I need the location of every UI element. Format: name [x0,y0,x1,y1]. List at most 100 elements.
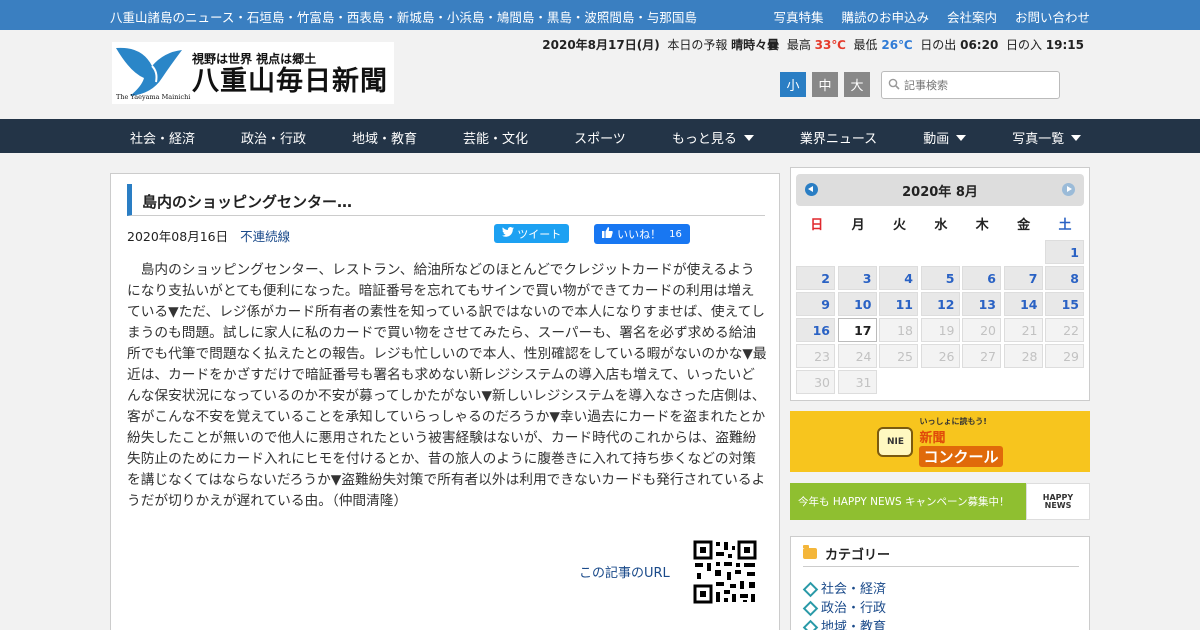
top-links: 写真特集 購読のお申込み 会社案内 お問い合わせ [773,7,1090,26]
sunset-label: 日の入 [1005,38,1042,52]
calendar-day-6[interactable]: 6 [962,266,1001,290]
nav-society[interactable]: 社会・経済 [130,128,195,147]
sunrise-label: 日の出 [920,38,957,52]
category-item-society[interactable]: 社会・経済 [803,578,886,597]
tweet-button[interactable]: ツイート [494,224,569,243]
logo-name: 八重山毎日新聞 [192,65,388,97]
contest-line2: コンクール [919,446,1003,467]
category-box: カテゴリー 社会・経済 政治・行政 地域・教育 [790,536,1090,630]
search-input[interactable] [904,78,1054,92]
twitter-bird-icon [501,227,514,240]
font-size-switcher: 小 中 大 [780,72,870,97]
nav-more[interactable]: もっと見る [672,128,754,147]
facebook-like-button[interactable]: いいね！ 16 [594,224,690,244]
calendar-day-19: 19 [920,318,960,342]
link-contact[interactable]: お問い合わせ [1015,7,1090,26]
calendar-day-10[interactable]: 10 [837,292,877,316]
article-meta: 2020年08月16日 不連続線 [127,226,290,245]
logo-english: The Yaeyama Mainichi [116,93,191,101]
link-subscribe[interactable]: 購読のお申込み [841,7,929,26]
site-header: 視野は世界 視点は郷土 八重山毎日新聞 The Yaeyama Mainichi… [0,30,1200,119]
calendar-day-24: 24 [837,344,877,368]
article-title: 島内のショッピングセンター… [127,184,765,216]
calendar: 2020年 8月 日 月 火 水 木 金 土 1 2 3 4 5 6 7 8 9 10 11 12 13… [790,167,1090,401]
calendar-day-1[interactable]: 1 [1045,240,1084,264]
chevron-down-icon [956,134,967,141]
calendar-day-21: 21 [1003,318,1043,342]
calendar-day-25: 25 [879,344,918,368]
calendar-header: 2020年 8月 [796,174,1084,206]
calendar-day-26: 26 [920,344,960,368]
category-item-region[interactable]: 地域・教育 [803,616,886,630]
calendar-day-29: 29 [1045,344,1084,368]
calendar-next-icon[interactable] [1062,183,1075,196]
sunset: 19:15 [1045,38,1084,52]
happy-news-banner[interactable]: 今年も HAPPY NEWS キャンペーン募集中！ HAPPY NEWS [790,483,1090,520]
calendar-blank [879,240,918,264]
font-size-medium-button[interactable]: 中 [812,72,838,97]
qr-code-icon [685,532,765,612]
nav-video[interactable]: 動画 [923,128,967,147]
diamond-icon [803,620,814,630]
nav-photos[interactable]: 写真一覧 [1012,128,1082,147]
calendar-blank [1004,240,1043,264]
nav-region[interactable]: 地域・教育 [352,128,417,147]
high-temp: 33℃ [814,38,846,52]
happy-news-text: 今年も HAPPY NEWS キャンペーン募集中！ [790,483,1026,520]
calendar-day-13[interactable]: 13 [962,292,1001,316]
search-box [881,71,1060,99]
calendar-day-3[interactable]: 3 [837,266,877,290]
forecast: 晴時々曇 [731,38,780,52]
calendar-day-2[interactable]: 2 [796,266,835,290]
calendar-day-8[interactable]: 8 [1045,266,1084,290]
calendar-day-17[interactable]: 17 [837,318,877,342]
nav-culture[interactable]: 芸能・文化 [463,128,528,147]
article: 島内のショッピングセンター… 2020年08月16日 不連続線 ツイート いいね… [110,173,780,630]
site-logo[interactable]: 視野は世界 視点は郷土 八重山毎日新聞 The Yaeyama Mainichi [112,42,394,104]
divider [803,566,1079,567]
link-company[interactable]: 会社案内 [947,7,997,26]
article-url-label: この記事のURL [579,566,670,581]
article-category-link[interactable]: 不連続線 [240,229,290,244]
logo-tagline: 視野は世界 視点は郷土 [192,51,317,66]
nav-sports[interactable]: スポーツ [574,128,626,147]
calendar-blank [796,240,835,264]
weekday-mon: 月 [851,218,865,233]
calendar-day-23: 23 [796,344,835,368]
weekday-fri: 金 [1017,218,1031,233]
calendar-prev-icon[interactable] [805,183,818,196]
calendar-day-5[interactable]: 5 [920,266,960,290]
calendar-day-14[interactable]: 14 [1003,292,1043,316]
calendar-day-7[interactable]: 7 [1003,266,1043,290]
diamond-icon [803,582,814,593]
calendar-day-11[interactable]: 11 [879,292,918,316]
sunrise: 06:20 [960,38,999,52]
weather-bar: 2020年8月17日(月) 本日の予報 晴時々曇 最高 33℃ 最低 26℃ 日… [542,36,1084,53]
calendar-day-15[interactable]: 15 [1045,292,1084,316]
calendar-day-30: 30 [796,370,835,394]
article-date: 2020年08月16日 [127,229,229,244]
search-icon [888,78,900,93]
chevron-down-icon [1071,134,1082,141]
low-temp: 26℃ [881,38,913,52]
weekday-sat: 土 [1058,218,1072,233]
calendar-day-12[interactable]: 12 [920,292,960,316]
calendar-day-16[interactable]: 16 [796,318,835,342]
calendar-day-4[interactable]: 4 [879,266,918,290]
link-photo-feature[interactable]: 写真特集 [773,7,823,26]
font-size-large-button[interactable]: 大 [844,72,870,97]
calendar-day-22: 22 [1045,318,1084,342]
category-item-politics[interactable]: 政治・行政 [803,597,886,616]
happy-news-logo: HAPPY NEWS [1026,483,1090,520]
nav-politics[interactable]: 政治・行政 [241,128,306,147]
thumbs-up-icon [602,227,613,241]
nav-industry[interactable]: 業界ニュース [800,128,877,147]
newspaper-contest-banner[interactable]: NIE いっしょに読もう! 新聞 コンクール [790,411,1090,472]
font-size-small-button[interactable]: 小 [780,72,806,97]
weekday-wed: 水 [934,218,948,233]
weekday-sun: 日 [810,218,824,233]
calendar-blank [921,240,960,264]
category-list: 社会・経済 政治・行政 地域・教育 [803,578,886,630]
calendar-day-9[interactable]: 9 [796,292,835,316]
nie-mascot-icon: NIE [877,426,914,457]
